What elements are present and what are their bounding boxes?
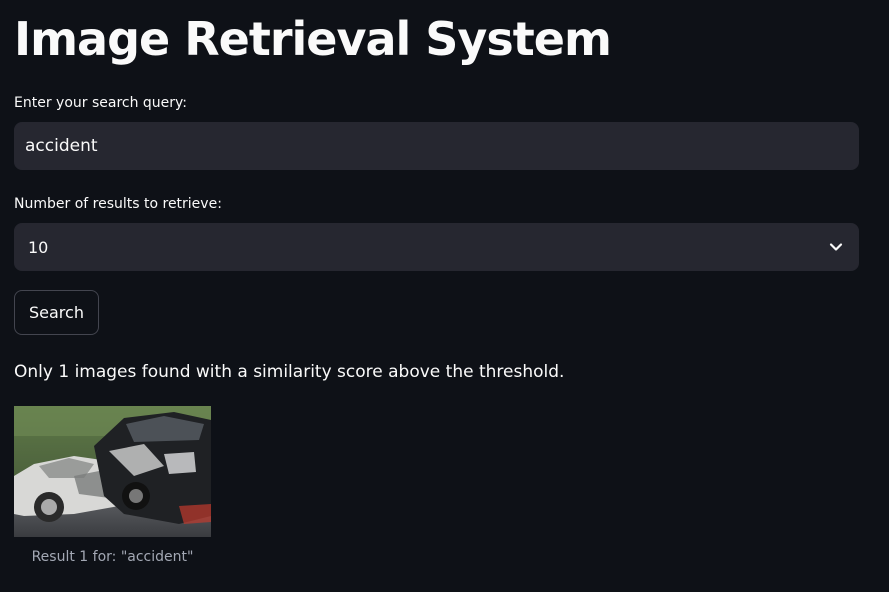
search-query-label: Enter your search query: [14, 95, 188, 111]
status-message: Only 1 images found with a similarity sc… [14, 362, 565, 382]
search-input[interactable] [14, 122, 859, 170]
chevron-down-icon [829, 243, 843, 251]
crashed-cars-image [14, 406, 211, 537]
result-caption: Result 1 for: "accident" [31, 549, 194, 565]
app-root: Image Retrieval System Enter your search… [0, 0, 889, 592]
result-count-select[interactable]: 10 [14, 223, 859, 271]
search-button[interactable]: Search [14, 290, 99, 335]
result-count-value: 10 [28, 237, 49, 257]
result-count-label: Number of results to retrieve: [14, 196, 222, 212]
page-title: Image Retrieval System [14, 12, 612, 66]
result-image [14, 406, 211, 537]
